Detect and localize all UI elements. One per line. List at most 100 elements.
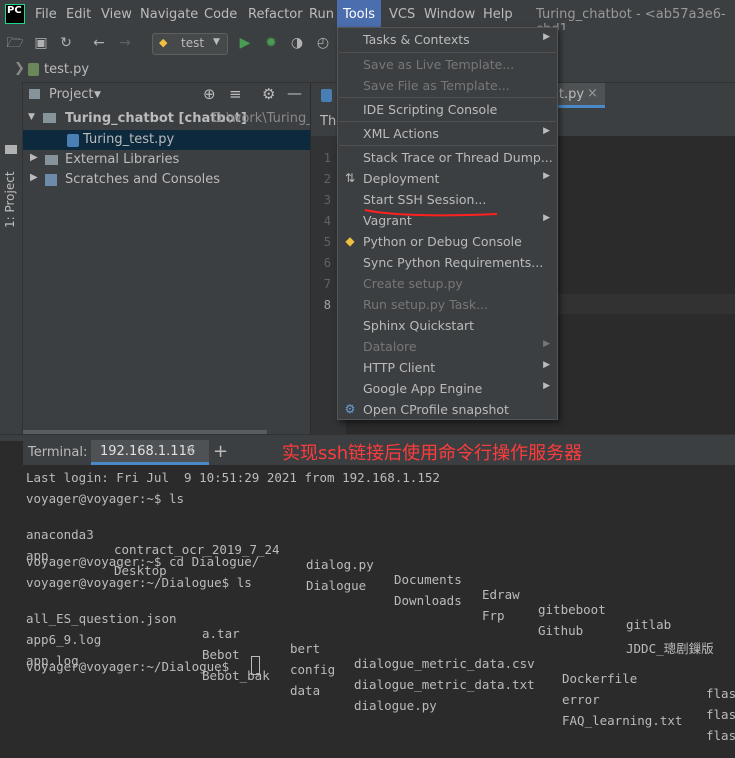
chevron-down-icon[interactable]: ▼: [28, 112, 35, 122]
terminal-ls-row: anaconda3 contract_ocr_2019_7_24 dialog.…: [26, 512, 735, 632]
coverage-icon[interactable]: ◑: [288, 34, 306, 52]
menu-item-sphinx-quickstart[interactable]: Sphinx Quickstart: [338, 315, 557, 336]
debug-icon[interactable]: ✹: [262, 34, 280, 52]
add-terminal-button[interactable]: +: [213, 441, 228, 462]
menu-item-http-client[interactable]: HTTP Client ▶: [338, 357, 557, 378]
chevron-right-icon[interactable]: ▶: [30, 152, 38, 163]
profile-icon[interactable]: ◴: [314, 34, 332, 52]
line-number: 4: [323, 214, 331, 228]
chevron-right-icon[interactable]: ▶: [30, 172, 38, 183]
run-icon[interactable]: ▶: [236, 34, 254, 52]
menu-item-deployment[interactable]: ⇅ Deployment ▶: [338, 168, 557, 189]
menu-item-save-live-template[interactable]: Save as Live Template...: [338, 54, 557, 75]
menu-item-create-setup[interactable]: Create setup.py: [338, 273, 557, 294]
python-console-icon: ◆: [345, 234, 355, 248]
library-icon: [45, 155, 58, 165]
menu-window[interactable]: Window: [424, 7, 475, 22]
tree-item-project-root[interactable]: ▼ Turing_chatbot [chatbot] D:\work\Turin…: [23, 109, 310, 129]
python-file-icon: [67, 134, 79, 147]
submenu-arrow-icon: ▶: [543, 171, 550, 181]
tree-item-turing-test[interactable]: Turing_test.py: [23, 130, 310, 150]
terminal-line: voyager@voyager:~$ ls: [26, 491, 185, 506]
terminal-ls-row: app.log Bebot_bak data dialogue.py FAQ_l…: [26, 638, 735, 743]
menu-item-xml-actions[interactable]: XML Actions ▶: [338, 123, 557, 144]
menu-item-python-console[interactable]: ◆ Python or Debug Console: [338, 231, 557, 252]
menu-view[interactable]: View: [101, 7, 132, 22]
menu-help[interactable]: Help: [483, 7, 513, 22]
tree-item-scratches[interactable]: ▶ Scratches and Consoles: [23, 170, 310, 190]
minimize-icon[interactable]: —: [287, 84, 302, 102]
back-arrow-icon[interactable]: ←: [90, 34, 108, 52]
menu-vcs[interactable]: VCS: [389, 7, 415, 22]
menu-item-sync-requirements[interactable]: Sync Python Requirements...: [338, 252, 557, 273]
menu-item-tasks-contexts[interactable]: Tasks & Contexts ▶: [338, 29, 557, 50]
menu-item-label: Sync Python Requirements...: [363, 255, 544, 270]
menu-item-label: Save as Live Template...: [363, 57, 515, 72]
terminal-tab[interactable]: 192.168.1.116 ×: [91, 440, 209, 465]
terminal-prompt: voyager@voyager:~/Dialogue$: [26, 659, 237, 674]
close-icon[interactable]: ×: [587, 86, 598, 101]
run-configuration-select[interactable]: ◆ test ▼: [152, 33, 228, 55]
chevron-right-icon: ❯: [14, 61, 25, 76]
line-number: 1: [323, 151, 331, 165]
forward-arrow-icon[interactable]: →: [116, 34, 134, 52]
close-icon[interactable]: ×: [185, 443, 196, 458]
menu-separator: [339, 97, 556, 98]
pycharm-logo: PC: [5, 4, 25, 24]
python-file-icon: [28, 63, 39, 76]
menu-item-label: Open CProfile snapshot: [363, 402, 509, 417]
menu-item-google-app-engine[interactable]: Google App Engine ▶: [338, 378, 557, 399]
terminal-output[interactable]: Last login: Fri Jul 9 10:51:29 2021 from…: [23, 465, 735, 743]
cprofile-icon: ⚙: [344, 402, 356, 416]
deployment-icon: ⇅: [344, 171, 356, 185]
folder-icon: [29, 89, 40, 99]
sync-icon[interactable]: ↻: [57, 34, 75, 52]
ls-entry: Documents: [394, 572, 462, 587]
ls-entry: dialogue_metric_data.txt: [354, 677, 535, 692]
save-icon[interactable]: ▣: [32, 34, 50, 52]
project-view-select[interactable]: Project: [49, 87, 93, 102]
menu-item-datalore[interactable]: Datalore ▶: [338, 336, 557, 357]
breadcrumb-file[interactable]: test.py: [44, 62, 89, 77]
terminal-line: voyager@voyager:~$ cd Dialogue/: [26, 554, 260, 569]
menu-tools[interactable]: Tools: [337, 0, 382, 30]
project-tool-window-button[interactable]: 1: Project: [3, 171, 17, 228]
terminal-ls-row: all_ES_question.json a.tar bert dialogue…: [26, 596, 735, 701]
gear-icon[interactable]: ⚙: [262, 85, 275, 103]
line-number: 5: [323, 235, 331, 249]
open-folder-icon[interactable]: 🗁: [6, 34, 24, 52]
menu-code[interactable]: Code: [204, 7, 237, 22]
menu-refactor[interactable]: Refactor: [248, 7, 303, 22]
folder-icon: [43, 113, 56, 123]
project-panel-header: Project ▼ ⊕ ≡ ⚙ —: [23, 83, 310, 109]
folder-icon: [5, 145, 17, 154]
menu-item-label: Start SSH Session...: [363, 192, 487, 207]
menu-item-label: XML Actions: [363, 126, 439, 141]
menu-item-save-file-template[interactable]: Save File as Template...: [338, 75, 557, 96]
locate-icon[interactable]: ⊕: [203, 85, 216, 103]
red-underline-annotation: [364, 209, 498, 217]
project-root-path: D:\work\Turing_: [212, 111, 310, 126]
menu-file[interactable]: File: [35, 7, 57, 22]
menu-item-ide-scripting-console[interactable]: IDE Scripting Console: [338, 99, 557, 120]
terminal-tab-label: 192.168.1.116: [100, 444, 196, 459]
python-icon: ◆: [159, 36, 168, 49]
menu-item-label: Python or Debug Console: [363, 234, 522, 249]
menu-item-stack-trace[interactable]: Stack Trace or Thread Dump...: [338, 147, 557, 168]
submenu-arrow-icon: ▶: [543, 32, 550, 42]
line-number: 3: [323, 193, 331, 207]
tree-item-external-libraries[interactable]: ▶ External Libraries: [23, 150, 310, 170]
menu-item-open-cprofile[interactable]: ⚙ Open CProfile snapshot: [338, 399, 557, 420]
menu-item-label: Run setup.py Task...: [363, 297, 489, 312]
collapse-all-icon[interactable]: ≡: [229, 85, 242, 103]
chevron-down-icon[interactable]: ▼: [94, 90, 101, 100]
submenu-arrow-icon: ▶: [543, 339, 550, 349]
menu-run[interactable]: Run: [309, 7, 334, 22]
menu-item-label: Save File as Template...: [363, 78, 510, 93]
ls-entry: Dialogue: [306, 578, 367, 593]
menu-item-run-setup-task[interactable]: Run setup.py Task...: [338, 294, 557, 315]
menu-separator: [339, 145, 556, 146]
menu-edit[interactable]: Edit: [66, 7, 91, 22]
menu-navigate[interactable]: Navigate: [140, 7, 198, 22]
line-number: 6: [323, 256, 331, 270]
